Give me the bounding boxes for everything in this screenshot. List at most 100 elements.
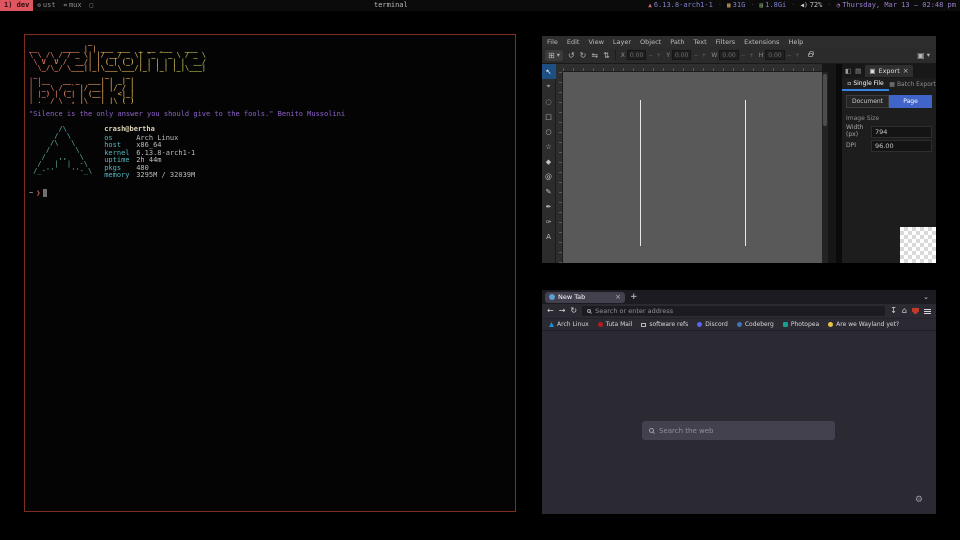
menu-edit[interactable]: Edit [567,38,580,46]
rotate-cw-icon[interactable]: ↻ [580,51,587,60]
menu-path[interactable]: Path [670,38,684,46]
menu-file[interactable]: File [547,38,558,46]
newtab-search-input[interactable]: Search the web [642,421,835,440]
browser-window[interactable]: New Tab × + ⌄ ← → ↻ Search or enter addr… [542,290,936,514]
field-y: Y0.00−+ [666,50,707,60]
field-input[interactable]: 0.00 [719,50,738,60]
bookmark-arch-linux[interactable]: Arch Linux [549,321,589,328]
canvas-scrollbar[interactable] [822,72,828,263]
paint-bucket-tool[interactable]: ◆ [542,154,556,169]
batch-export-icon: ▦ [889,81,895,88]
flip-horizontal-icon[interactable]: ⇋ [591,51,598,60]
image-size-label: Image Size [846,115,932,122]
export-dialog-tab[interactable]: ▣ Export × [865,65,912,77]
rotate-ccw-icon[interactable]: ↺ [568,51,575,60]
star-tool[interactable]: ☆ [542,139,556,154]
spiral-tool[interactable]: @ [542,169,556,184]
ellipse-tool[interactable]: ○ [542,124,556,139]
back-button[interactable]: ← [547,307,554,315]
menu-icon[interactable] [924,309,931,314]
shell-prompt[interactable]: ~ ❯ [29,189,511,197]
scrollbar-thumb[interactable] [823,74,827,126]
new-tab-button[interactable]: + [630,293,638,302]
document-button[interactable]: Document [846,95,889,108]
stepper-minus-icon[interactable]: − [740,52,747,59]
menu-layer[interactable]: Layer [613,38,631,46]
list-tabs-chevron-icon[interactable]: ⌄ [923,293,933,301]
stepper-plus-icon[interactable]: + [655,52,662,59]
width-label: Width (px) [846,125,868,138]
selection-mode-dropdown[interactable]: ⊞ ▾ [545,50,563,61]
node-tool[interactable]: ⌖ [542,79,556,94]
stepper-plus-icon[interactable]: + [748,52,755,59]
kernel-icon: ▲ [648,0,652,11]
ublock-extension-icon[interactable] [912,308,919,315]
home-icon[interactable]: ⌂ [902,307,907,315]
layers-dialog-icon[interactable]: ▤ [855,67,861,75]
tab-single-file[interactable]: ▫ Single File [842,78,889,91]
bookmark-codeberg[interactable]: Codeberg [737,321,774,328]
workspace-tag[interactable]: ⌗mux [60,0,86,11]
pencil-tool[interactable]: ✎ [542,184,556,199]
reload-button[interactable]: ↻ [570,307,577,315]
flip-vertical-icon[interactable]: ⇅ [603,51,610,60]
field-input[interactable]: 0.00 [627,50,646,60]
tool-glyph: ☆ [545,143,551,151]
tool-glyph: A [546,233,551,241]
personalize-gear-icon[interactable]: ⚙ [915,495,923,505]
pen-tool[interactable]: ✒ [542,199,556,214]
lock-ratio-icon[interactable] [808,53,813,57]
page-button[interactable]: Page [889,95,932,108]
menu-help[interactable]: Help [788,38,803,46]
stepper-plus-icon[interactable]: + [700,52,707,59]
inkscape-window[interactable]: File Edit View Layer Object Path Text Filters Ex… [542,36,936,263]
terminal-window[interactable]: _ __ ____ | | ___ ___ _ __ ___ ___ \ \ /… [24,34,516,512]
field-input[interactable]: 0.00 [672,50,691,60]
stepper-minus-icon[interactable]: − [692,52,699,59]
active-tab[interactable]: New Tab × [545,292,625,303]
bookmark-photopea[interactable]: Photopea [783,321,819,328]
stepper-plus-icon[interactable]: + [794,52,801,59]
forward-button[interactable]: → [559,307,566,315]
width-input[interactable]: 794 [871,126,932,138]
close-icon[interactable]: × [903,67,909,75]
zoom-tool[interactable]: ◌ [542,94,556,109]
tab-batch-export[interactable]: ▦ Batch Export [889,78,936,91]
bookmark-are-we-wayland-yet[interactable]: Are we Wayland yet? [828,321,899,328]
field-label: W [711,52,717,59]
fetch-output: /\ / \ /\ \ / \ / ,, \ / | | -\ /_-'' ''… [29,126,511,180]
bookmark-software-refs[interactable]: software refs [641,321,688,328]
download-icon[interactable]: ↧ [890,307,897,315]
menu-view[interactable]: View [588,38,603,46]
menu-filters[interactable]: Filters [716,38,735,46]
menu-object[interactable]: Object [640,38,661,46]
workspace-tag[interactable]: ⚙ust [33,0,59,11]
disk-icon: ▦ [727,0,731,11]
fetch-rows: osArch Linuxhostx86_64kernel6.13.8-arch1… [104,135,195,180]
bookmarks-bar: Arch Linux Tuta Mail software refs Discord C… [542,318,936,330]
tool-glyph: ✒ [546,203,552,211]
selector-tool[interactable]: ↖ [542,64,556,79]
dpi-row: DPI 96.00 [846,140,932,152]
workspace-tag[interactable]: □ [86,0,98,11]
bookmark-discord[interactable]: Discord [697,321,728,328]
calligraphy-tool[interactable]: ✑ [542,214,556,229]
menu-text[interactable]: Text [694,38,707,46]
rectangle-tool[interactable]: □ [542,109,556,124]
stepper-minus-icon[interactable]: − [786,52,793,59]
workspace-tag[interactable]: 1) dev [0,0,33,11]
select-all-icon: ⊞ [548,51,555,60]
dpi-input[interactable]: 96.00 [871,140,932,152]
status-kernel: ▲6.13.8-arch1-1 [648,0,713,11]
workspace-label: ust [43,0,56,11]
urlbar[interactable]: Search or enter address [582,306,885,316]
inkscape-canvas[interactable] [563,72,822,263]
stepper-minus-icon[interactable]: − [647,52,654,59]
field-input[interactable]: 0.00 [765,50,784,60]
tab-close-icon[interactable]: × [615,293,621,301]
snap-controls[interactable]: ▣ ▾ [917,51,933,60]
menu-extensions[interactable]: Extensions [744,38,779,46]
text-tool[interactable]: A [542,229,556,244]
fill-stroke-dialog-icon[interactable]: ◧ [845,67,851,75]
bookmark-tuta-mail[interactable]: Tuta Mail [598,321,633,328]
